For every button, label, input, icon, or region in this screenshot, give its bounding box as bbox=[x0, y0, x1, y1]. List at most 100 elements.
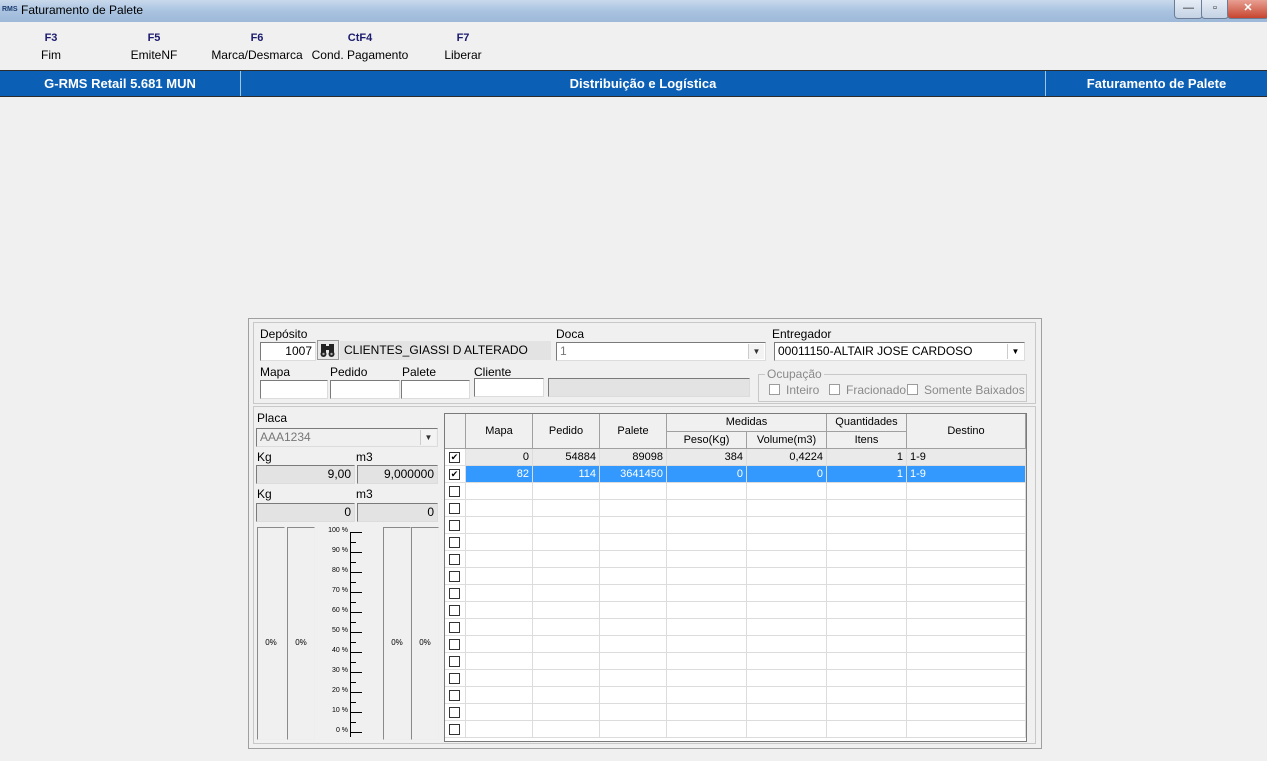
volume-cell bbox=[747, 602, 827, 619]
capacity-kg-display: 9,00 bbox=[256, 465, 355, 484]
somente-baixados-checkbox[interactable] bbox=[907, 384, 918, 395]
row-checkbox[interactable] bbox=[449, 605, 460, 616]
mapa-cell bbox=[466, 704, 533, 721]
table-row[interactable] bbox=[445, 568, 1026, 585]
table-row[interactable] bbox=[445, 687, 1026, 704]
fkey-label: Liberar bbox=[444, 48, 482, 62]
chevron-down-icon[interactable]: ▼ bbox=[1007, 344, 1023, 359]
table-row[interactable]: ✔ 82 114 3641450 0 0 1 1-9 bbox=[445, 466, 1026, 483]
row-checkbox[interactable] bbox=[449, 520, 460, 531]
pedido-input[interactable] bbox=[330, 380, 400, 399]
table-row[interactable] bbox=[445, 483, 1026, 500]
placa-label: Placa bbox=[257, 411, 288, 425]
cliente-code-input[interactable] bbox=[474, 378, 544, 397]
gauge-value: 0% bbox=[265, 638, 277, 647]
row-checkbox[interactable] bbox=[449, 639, 460, 650]
scale-tick-mark bbox=[350, 572, 362, 573]
chevron-down-icon[interactable]: ▼ bbox=[748, 344, 764, 359]
volume-cell bbox=[747, 721, 827, 738]
row-checkbox[interactable] bbox=[449, 571, 460, 582]
table-row[interactable] bbox=[445, 500, 1026, 517]
inteiro-checkbox[interactable] bbox=[769, 384, 780, 395]
itens-header[interactable]: Itens bbox=[827, 432, 907, 449]
palete-grid[interactable]: Mapa Pedido Palete Medidas Peso(Kg) Volu… bbox=[444, 413, 1027, 742]
binoculars-icon bbox=[320, 344, 335, 357]
peso-header[interactable]: Peso(Kg) bbox=[667, 432, 747, 449]
fkey-emitenf-button[interactable]: F5 EmiteNF bbox=[120, 30, 188, 64]
pedido-label: Pedido bbox=[330, 365, 368, 379]
doca-select[interactable]: 1 ▼ bbox=[556, 342, 766, 361]
peso-cell bbox=[667, 653, 747, 670]
destino-cell bbox=[907, 534, 1026, 551]
scale-minor-tick bbox=[350, 642, 356, 643]
table-row[interactable] bbox=[445, 602, 1026, 619]
peso-cell bbox=[667, 687, 747, 704]
pedido-cell bbox=[533, 653, 600, 670]
row-check-cell bbox=[445, 670, 466, 687]
window-title-bar[interactable]: RMS Faturamento de Palete — ▫ ✕ bbox=[0, 0, 1267, 22]
binoculars-search-button[interactable] bbox=[317, 340, 339, 360]
row-checkbox[interactable]: ✔ bbox=[449, 469, 460, 480]
table-row[interactable] bbox=[445, 619, 1026, 636]
row-checkbox[interactable] bbox=[449, 707, 460, 718]
row-checkbox[interactable] bbox=[449, 537, 460, 548]
destino-header[interactable]: Destino bbox=[907, 414, 1026, 449]
used-kg-display: 0 bbox=[256, 503, 355, 522]
fkey-cond-pagamento-button[interactable]: CtF4 Cond. Pagamento bbox=[310, 30, 410, 64]
scale-minor-tick bbox=[350, 722, 356, 723]
table-row[interactable] bbox=[445, 721, 1026, 738]
chevron-down-icon[interactable]: ▼ bbox=[420, 430, 436, 445]
fkey-liberar-button[interactable]: F7 Liberar bbox=[434, 30, 492, 64]
pedido-cell bbox=[533, 568, 600, 585]
scale-minor-tick bbox=[350, 702, 356, 703]
palete-input[interactable] bbox=[401, 380, 470, 399]
mapa-header[interactable]: Mapa bbox=[466, 414, 533, 449]
table-row[interactable] bbox=[445, 551, 1026, 568]
itens-cell bbox=[827, 483, 907, 500]
row-checkbox[interactable] bbox=[449, 503, 460, 514]
fkey-code: F5 bbox=[147, 32, 161, 44]
row-checkbox[interactable] bbox=[449, 656, 460, 667]
close-button[interactable]: ✕ bbox=[1227, 0, 1267, 19]
row-checkbox[interactable] bbox=[449, 673, 460, 684]
row-checkbox[interactable] bbox=[449, 724, 460, 735]
table-row[interactable] bbox=[445, 653, 1026, 670]
peso-cell bbox=[667, 534, 747, 551]
palete-cell bbox=[600, 653, 667, 670]
table-row[interactable] bbox=[445, 517, 1026, 534]
maximize-button[interactable]: ▫ bbox=[1201, 0, 1229, 19]
table-row[interactable] bbox=[445, 670, 1026, 687]
table-row[interactable]: ✔ 0 54884 89098 384 0,4224 1 1-9 bbox=[445, 449, 1026, 466]
mapa-cell bbox=[466, 500, 533, 517]
deposito-code-input[interactable]: 1007 bbox=[260, 342, 316, 361]
palete-cell: 3641450 bbox=[600, 466, 667, 483]
fkey-marca-desmarca-button[interactable]: F6 Marca/Desmarca bbox=[208, 30, 306, 64]
mapa-input[interactable] bbox=[260, 380, 328, 399]
table-row[interactable] bbox=[445, 585, 1026, 602]
row-checkbox[interactable] bbox=[449, 690, 460, 701]
table-row[interactable] bbox=[445, 636, 1026, 653]
placa-select[interactable]: AAA1234 ▼ bbox=[256, 428, 438, 447]
table-row[interactable] bbox=[445, 534, 1026, 551]
row-checkbox[interactable] bbox=[449, 588, 460, 599]
fracionado-checkbox[interactable] bbox=[829, 384, 840, 395]
row-check-cell bbox=[445, 585, 466, 602]
scale-tick-label: 10 % bbox=[332, 707, 348, 714]
minimize-button[interactable]: — bbox=[1174, 0, 1203, 19]
palete-cell bbox=[600, 704, 667, 721]
row-checkbox[interactable] bbox=[449, 622, 460, 633]
volume-header[interactable]: Volume(m3) bbox=[747, 432, 827, 449]
app-logo-icon: RMS bbox=[2, 6, 18, 13]
pedido-header[interactable]: Pedido bbox=[533, 414, 600, 449]
row-checkbox[interactable] bbox=[449, 486, 460, 497]
fkey-fim-button[interactable]: F3 Fim bbox=[20, 30, 82, 64]
destino-cell bbox=[907, 517, 1026, 534]
table-row[interactable] bbox=[445, 704, 1026, 721]
entregador-select[interactable]: 00011150-ALTAIR JOSE CARDOSO ▼ bbox=[774, 342, 1025, 361]
row-checkbox[interactable] bbox=[449, 554, 460, 565]
row-checkbox[interactable]: ✔ bbox=[449, 452, 460, 463]
itens-cell: 1 bbox=[827, 449, 907, 466]
volume-cell bbox=[747, 568, 827, 585]
scale-minor-tick bbox=[350, 542, 356, 543]
palete-header[interactable]: Palete bbox=[600, 414, 667, 449]
